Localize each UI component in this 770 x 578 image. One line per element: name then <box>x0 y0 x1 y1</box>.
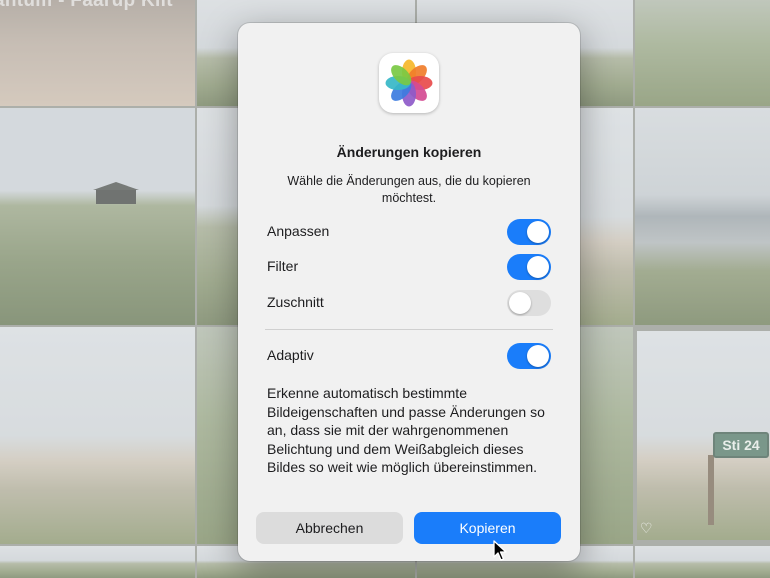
toggle-knob <box>509 292 531 314</box>
toggle-knob <box>527 221 549 243</box>
zuschnitt-toggle[interactable] <box>507 290 551 316</box>
option-label: Filter <box>267 258 299 274</box>
option-row-zuschnitt: Zuschnitt <box>267 290 551 316</box>
option-row-filter: Filter <box>267 254 551 280</box>
copy-button[interactable]: Kopieren <box>414 512 561 544</box>
mouse-pointer-icon <box>493 540 507 567</box>
photos-app-icon <box>379 53 439 113</box>
copy-edits-dialog: Änderungen kopieren Wähle die Änderungen… <box>238 23 580 561</box>
divider <box>265 329 553 330</box>
toggle-knob <box>527 256 549 278</box>
dialog-subtitle: Wähle die Änderungen aus, die du kopiere… <box>287 174 531 205</box>
cancel-button[interactable]: Abbrechen <box>256 512 403 544</box>
option-label: Adaptiv <box>267 347 314 363</box>
adaptiv-description: Erkenne automatisch bestimmte Bildeigens… <box>267 385 545 476</box>
toggle-knob <box>527 345 549 367</box>
option-label: Zuschnitt <box>267 294 324 310</box>
filter-toggle[interactable] <box>507 254 551 280</box>
dialog-title: Änderungen kopieren <box>336 144 482 160</box>
adaptiv-toggle[interactable] <box>507 343 551 369</box>
option-row-adaptiv: Adaptiv <box>267 343 551 369</box>
option-label: Anpassen <box>267 223 330 239</box>
anpassen-toggle[interactable] <box>507 219 551 245</box>
option-row-anpassen: Anpassen <box>267 219 551 245</box>
